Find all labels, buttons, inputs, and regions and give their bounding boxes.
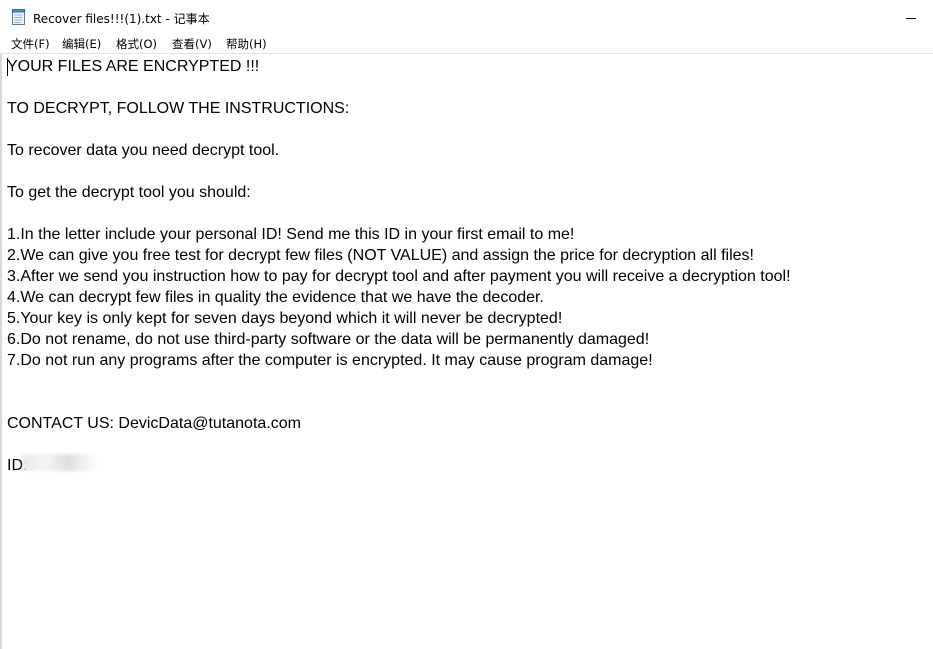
text-line: 7.Do not run any programs after the comp… (7, 352, 653, 369)
menu-bar: 文件(F) 编辑(E) 格式(O) 查看(V) 帮助(H) (0, 34, 933, 53)
text-line (7, 203, 927, 224)
menu-format[interactable]: 格式(O) (116, 36, 157, 52)
menu-view[interactable]: 查看(V) (172, 36, 212, 52)
notepad-window: Recover files!!!(1).txt - 记事本 文件(F) 编辑(E… (0, 0, 933, 649)
text-line (7, 161, 927, 182)
text-line: To recover data you need decrypt tool. (7, 142, 280, 159)
text-line: 1.In the letter include your personal ID… (7, 226, 575, 243)
window-title: Recover files!!!(1).txt - 记事本 (33, 12, 210, 26)
menu-help[interactable]: 帮助(H) (226, 36, 267, 52)
text-line (7, 434, 927, 455)
text-line (7, 371, 927, 392)
text-line: 6.Do not rename, do not use third-party … (7, 331, 650, 348)
text-line: 2.We can give you free test for decrypt … (7, 247, 754, 264)
text-line: YOUR FILES ARE ENCRYPTED !!! (7, 58, 260, 75)
text-line (7, 119, 927, 140)
text-line: CONTACT US: DevicData@tutanota.com (7, 415, 301, 432)
text-line: TO DECRYPT, FOLLOW THE INSTRUCTIONS: (7, 100, 350, 117)
document-text[interactable]: YOUR FILES ARE ENCRYPTED !!! TO DECRYPT,… (7, 56, 927, 476)
text-line (7, 392, 927, 413)
text-line: To get the decrypt tool you should: (7, 184, 251, 201)
text-editor[interactable]: YOUR FILES ARE ENCRYPTED !!! TO DECRYPT,… (0, 53, 933, 649)
text-line: 5.Your key is only kept for seven days b… (7, 310, 563, 327)
redacted-id (23, 454, 99, 471)
text-line: ID: (7, 457, 28, 474)
editor-left-edge (0, 54, 2, 649)
menu-file[interactable]: 文件(F) (11, 36, 50, 52)
text-line: 3.After we send you instruction how to p… (7, 268, 791, 285)
minimize-button[interactable] (892, 0, 933, 34)
text-line: 4.We can decrypt few files in quality th… (7, 289, 544, 306)
menu-edit[interactable]: 编辑(E) (62, 36, 101, 52)
minimize-icon (906, 18, 916, 19)
text-line (7, 77, 927, 98)
notepad-icon (12, 9, 26, 25)
title-bar: Recover files!!!(1).txt - 记事本 (0, 0, 933, 34)
